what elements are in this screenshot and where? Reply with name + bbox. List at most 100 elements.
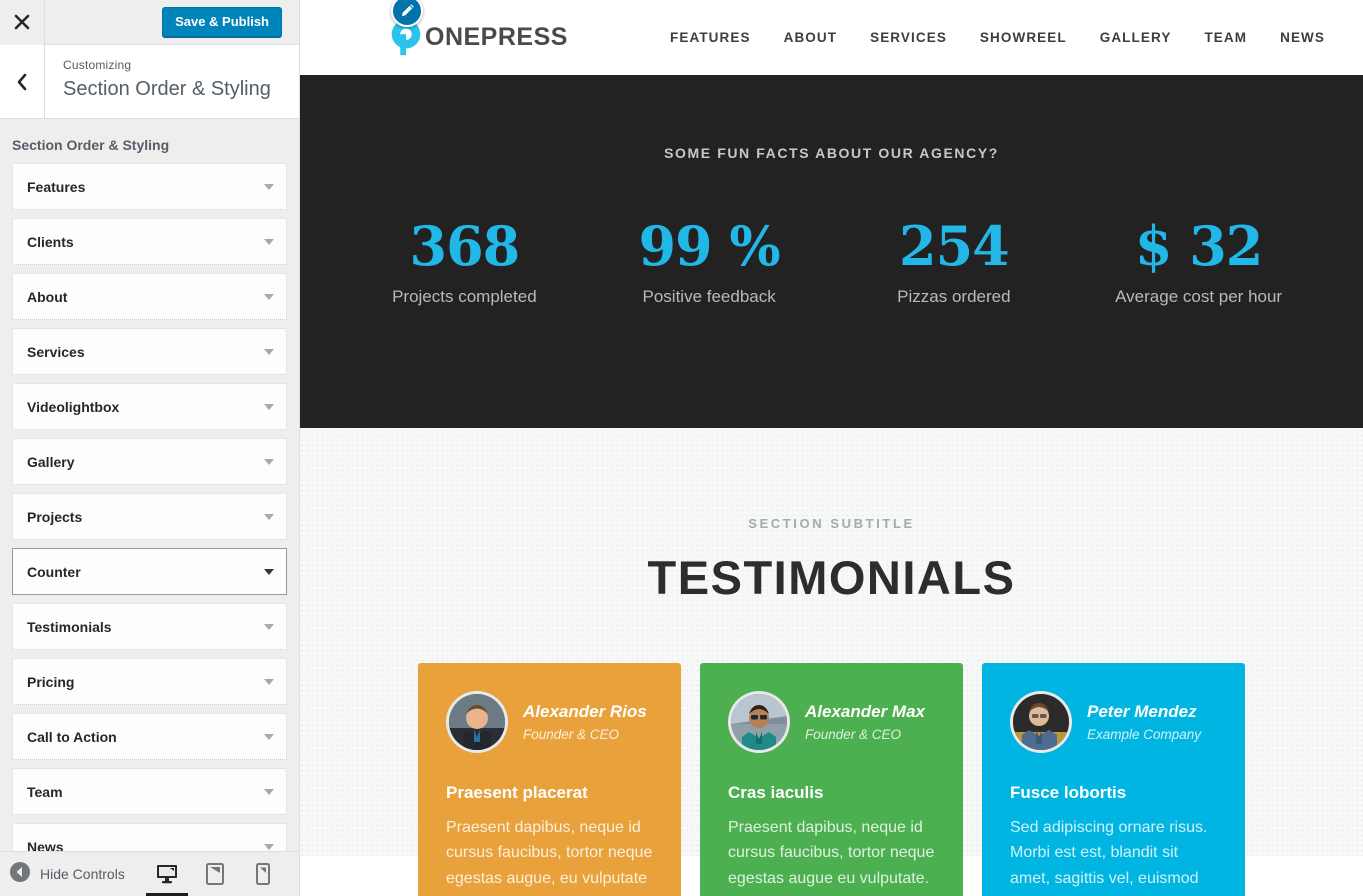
chevron-down-icon[interactable] [264, 788, 274, 795]
sidebar-item-label: Testimonials [27, 618, 112, 635]
testimonial-quote-text: Praesent dapibus, neque id cursus faucib… [728, 819, 935, 887]
sidebar-item-testimonials[interactable]: Testimonials [12, 603, 287, 650]
chevron-down-icon[interactable] [264, 293, 274, 300]
site-logo[interactable]: ONEPRESS [385, 0, 568, 59]
avatar [1010, 691, 1072, 753]
tablet-icon[interactable] [202, 852, 228, 896]
nav-item-services[interactable]: SERVICES [870, 30, 947, 45]
sidebar-item-label: Pricing [27, 673, 75, 690]
counter-item-projects: 368 Projects completed [342, 219, 587, 307]
chevron-down-icon[interactable] [264, 238, 274, 245]
sidebar-item-label: Team [27, 783, 63, 800]
sidebar-item-call-to-action[interactable]: Call to Action [12, 713, 287, 760]
close-icon[interactable] [0, 0, 45, 45]
sidebar-item-label: Clients [27, 233, 74, 250]
panel-title: Section Order & Styling [63, 77, 271, 100]
testimonial-name: Alexander Max [805, 701, 925, 721]
sidebar-item-label: Call to Action [27, 728, 117, 745]
testimonials-section: SECTION SUBTITLE TESTIMONIALS Alexander … [300, 428, 1363, 896]
testimonial-quote-text: Sed adipiscing ornare risus. Morbi est e… [1010, 819, 1208, 896]
device-preview-switcher [146, 852, 290, 896]
hide-controls-button[interactable]: Hide Controls [10, 861, 125, 887]
sidebar-item-about[interactable]: About [12, 273, 287, 320]
customizing-label: Customizing [63, 58, 132, 72]
testimonial-role: Founder & CEO [805, 727, 902, 743]
site-header: ONEPRESS FEATURES ABOUT SERVICES SHOWREE… [300, 0, 1363, 75]
logo-text: ONEPRESS [425, 23, 568, 51]
chevron-down-icon[interactable] [264, 513, 274, 520]
chevron-down-icon[interactable] [264, 568, 274, 575]
counter-item-feedback: 99 % Positive feedback [587, 219, 832, 307]
sidebar-item-services[interactable]: Services [12, 328, 287, 375]
sidebar-item-label: Gallery [27, 453, 75, 470]
testimonial-quote-title: Praesent placerat [446, 783, 588, 802]
testimonial-quote-title: Cras iaculis [728, 783, 824, 802]
testimonial-card[interactable]: Alexander Rios Founder & CEO Praesent pl… [418, 663, 681, 896]
nav-item-team[interactable]: TEAM [1204, 30, 1247, 45]
customizer-sidebar: Save & Publish Customizing Section Order… [0, 0, 300, 896]
chevron-down-icon[interactable] [264, 678, 274, 685]
chevron-down-icon[interactable] [264, 348, 274, 355]
counter-label: Pizzas ordered [897, 287, 1011, 306]
customizer-actions: Save & Publish [45, 6, 299, 38]
testimonial-name: Peter Mendez [1087, 701, 1197, 721]
sidebar-item-label: Services [27, 343, 85, 360]
chevron-left-icon[interactable] [0, 45, 45, 118]
counter-label: Positive feedback [642, 287, 776, 306]
sidebar-item-features[interactable]: Features [12, 163, 287, 210]
chevron-down-icon[interactable] [264, 733, 274, 740]
testimonial-header: Peter Mendez Example Company [1010, 691, 1217, 753]
counter-row: 368 Projects completed 99 % Positive fee… [300, 219, 1363, 307]
counter-item-cost: $ 32 Average cost per hour [1076, 219, 1321, 307]
counter-number: $ 32 [1134, 214, 1264, 278]
sidebar-item-counter[interactable]: Counter [12, 548, 287, 595]
mobile-icon[interactable] [250, 852, 276, 896]
save-and-publish-button[interactable]: Save & Publish [162, 6, 282, 38]
testimonial-role: Founder & CEO [523, 727, 620, 743]
sidebar-item-pricing[interactable]: Pricing [12, 658, 287, 705]
sidebar-item-projects[interactable]: Projects [12, 493, 287, 540]
testimonial-card[interactable]: Alexander Max Founder & CEO Cras iaculis… [700, 663, 963, 896]
sidebar-item-label: Counter [27, 563, 81, 580]
hide-controls-label: Hide Controls [40, 866, 125, 882]
testimonial-header: Alexander Rios Founder & CEO [446, 691, 653, 753]
chevron-down-icon[interactable] [264, 623, 274, 630]
testimonial-cards: Alexander Rios Founder & CEO Praesent pl… [300, 663, 1363, 896]
testimonial-card[interactable]: Peter Mendez Example Company Fusce lobor… [982, 663, 1245, 896]
nav-item-gallery[interactable]: GALLERY [1100, 30, 1172, 45]
counter-item-pizzas: 254 Pizzas ordered [832, 219, 1077, 307]
nav-item-showreel[interactable]: SHOWREEL [980, 30, 1067, 45]
counter-number: 368 [409, 214, 521, 278]
testimonial-role: Example Company [1087, 727, 1202, 743]
testimonial-header: Alexander Max Founder & CEO [728, 691, 935, 753]
customizer-screen: Save & Publish Customizing Section Order… [0, 0, 1363, 896]
sidebar-item-clients[interactable]: Clients [12, 218, 287, 265]
panel-titles: Customizing Section Order & Styling [45, 45, 271, 118]
sidebar-item-gallery[interactable]: Gallery [12, 438, 287, 485]
counter-label: Projects completed [392, 287, 537, 306]
customizer-panel-header: Customizing Section Order & Styling [0, 45, 299, 119]
counter-section-title: SOME FUN FACTS ABOUT OUR AGENCY? [664, 145, 999, 161]
nav-item-news[interactable]: NEWS [1280, 30, 1325, 45]
sidebar-item-label: Projects [27, 508, 83, 525]
sidebar-item-label: About [27, 288, 68, 305]
testimonial-name: Alexander Rios [523, 701, 647, 721]
active-device-underline [146, 892, 188, 896]
sidebar-item-videolightbox[interactable]: Videolightbox [12, 383, 287, 430]
collapse-left-icon [10, 861, 30, 887]
desktop-icon[interactable] [146, 852, 188, 896]
testimonial-identity: Alexander Max Founder & CEO [805, 702, 925, 742]
nav-item-about[interactable]: ABOUT [784, 30, 838, 45]
chevron-down-icon[interactable] [264, 843, 274, 850]
sidebar-item-label: Videolightbox [27, 398, 120, 415]
chevron-down-icon[interactable] [264, 458, 274, 465]
chevron-down-icon[interactable] [264, 183, 274, 190]
chevron-down-icon[interactable] [264, 403, 274, 410]
sidebar-item-team[interactable]: Team [12, 768, 287, 815]
section-order-list: Features Clients About Services Videolig… [0, 163, 299, 870]
site-preview: ONEPRESS FEATURES ABOUT SERVICES SHOWREE… [300, 0, 1363, 896]
counter-number: 99 % [638, 214, 780, 278]
nav-item-features[interactable]: FEATURES [670, 30, 751, 45]
testimonial-quote-text: Praesent dapibus, neque id cursus faucib… [446, 819, 653, 896]
customizer-topbar: Save & Publish [0, 0, 299, 45]
